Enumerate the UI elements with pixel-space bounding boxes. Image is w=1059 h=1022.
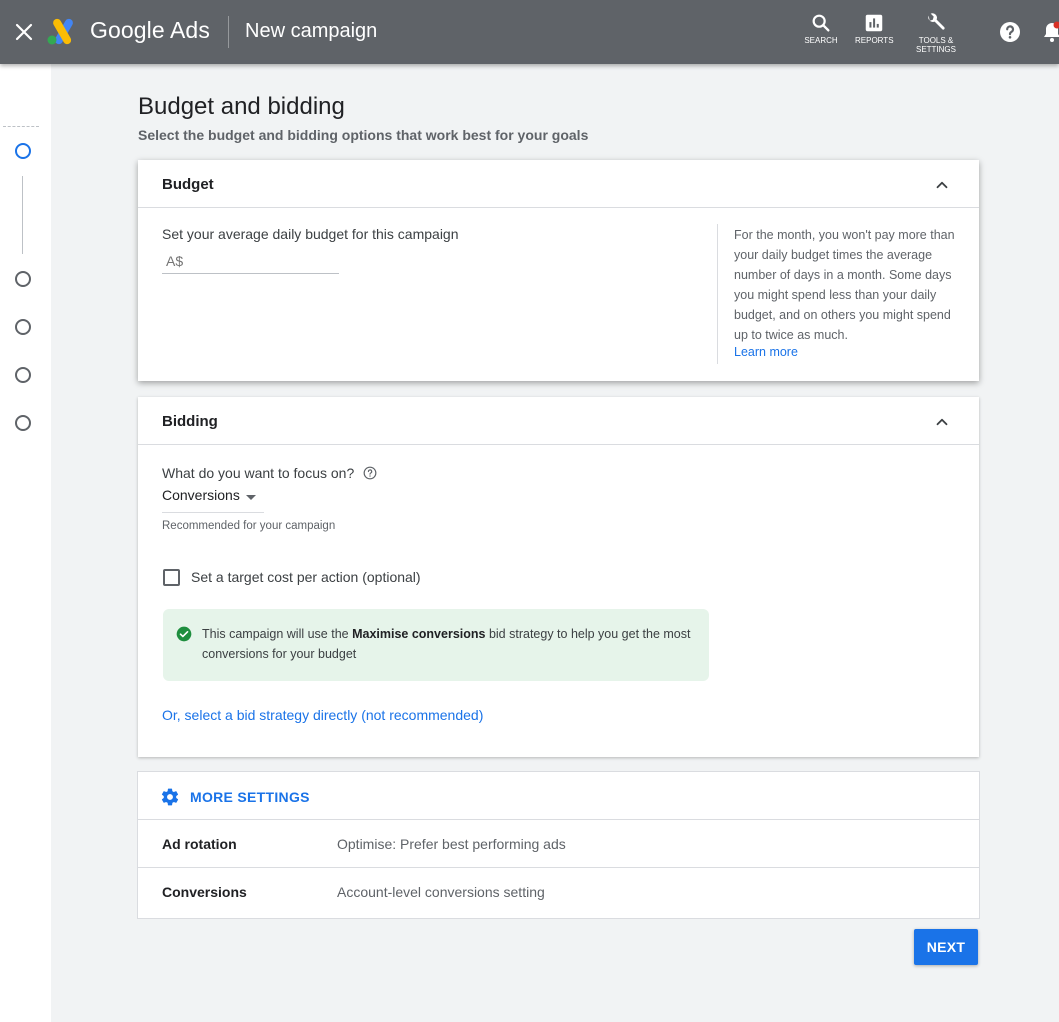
tools-label-line2: SETTINGS [915,45,956,54]
step-rail [0,64,51,1022]
rail-divider [3,126,39,127]
search-icon [812,14,830,32]
page-subtitle: Select the budget and bidding options th… [138,127,589,143]
step-5[interactable] [15,415,31,431]
ad-rotation-row[interactable]: Ad rotation Optimise: Prefer best perfor… [138,820,979,868]
select-bid-strategy-link[interactable]: Or, select a bid strategy directly (not … [162,707,483,723]
reports-tool-label: REPORTS [855,36,894,45]
budget-help-divider [717,224,718,364]
daily-budget-input[interactable] [162,248,339,274]
chevron-up-icon[interactable] [933,176,951,194]
budget-field-label: Set your average daily budget for this c… [162,226,459,242]
budget-help-text: For the month, you won't pay more than y… [734,228,955,342]
tools-settings-button[interactable]: TOOLS & SETTINGS [912,12,960,54]
more-settings-title: MORE SETTINGS [190,789,310,805]
more-settings-card: MORE SETTINGS Ad rotation Optimise: Pref… [138,772,979,918]
gear-icon [161,788,179,806]
conversions-value: Account-level conversions setting [337,884,545,900]
check-circle-icon [176,626,192,642]
google-ads-logo [47,18,73,45]
rail-connector [22,176,23,254]
page-heading: New campaign [245,20,378,42]
budget-title: Budget [162,176,214,193]
search-tool-label: SEARCH [804,36,838,45]
strategy-name: Maximise conversions [352,627,486,641]
step-1-current[interactable] [15,143,31,159]
close-icon[interactable] [12,20,36,44]
target-cpa-checkbox[interactable] [163,569,180,586]
reports-icon [865,14,883,32]
bid-strategy-info-text: This campaign will use the Maximise conv… [202,624,692,664]
budget-header[interactable]: Budget [138,160,979,208]
bell-icon[interactable] [1040,20,1059,44]
budget-card: Budget Set your average daily budget for… [138,160,979,381]
brand-name: Google Ads [90,17,210,43]
learn-more-link[interactable]: Learn more [734,345,798,359]
chevron-up-icon[interactable] [933,413,951,431]
bidding-header[interactable]: Bidding [138,397,979,445]
bid-strategy-info: This campaign will use the Maximise conv… [163,609,709,681]
focus-dropdown-value: Conversions [162,487,240,503]
ad-rotation-label: Ad rotation [162,836,237,852]
wrench-icon [928,13,945,30]
conversions-row[interactable]: Conversions Account-level conversions se… [138,868,979,916]
caret-down-icon [246,495,256,500]
bidding-title: Bidding [162,413,218,430]
step-2[interactable] [15,271,31,287]
focus-dropdown[interactable]: Conversions [162,487,264,513]
ad-rotation-value: Optimise: Prefer best performing ads [337,836,566,852]
target-cpa-label[interactable]: Set a target cost per action (optional) [191,569,421,585]
focus-question-label: What do you want to focus on? [162,465,355,481]
reports-tool-button[interactable]: REPORTS [855,12,894,45]
help-circle-icon[interactable] [363,466,377,480]
conversions-label: Conversions [162,884,247,900]
more-settings-toggle[interactable]: MORE SETTINGS [138,772,979,820]
help-icon[interactable] [998,20,1022,44]
recommended-hint: Recommended for your campaign [162,520,336,532]
page-title: Budget and bidding [138,93,345,120]
step-4[interactable] [15,367,31,383]
next-button[interactable]: NEXT [914,929,978,965]
search-tool-button[interactable]: SEARCH [804,12,838,45]
step-3[interactable] [15,319,31,335]
brand-divider [228,16,229,48]
info-prefix: This campaign will use the [202,627,353,641]
tools-label-line1: TOOLS & [918,36,954,45]
top-app-bar: Google Ads New campaign SEARCH REPORTS T… [0,0,1059,64]
bidding-card: Bidding What do you want to focus on? Co… [138,397,979,757]
